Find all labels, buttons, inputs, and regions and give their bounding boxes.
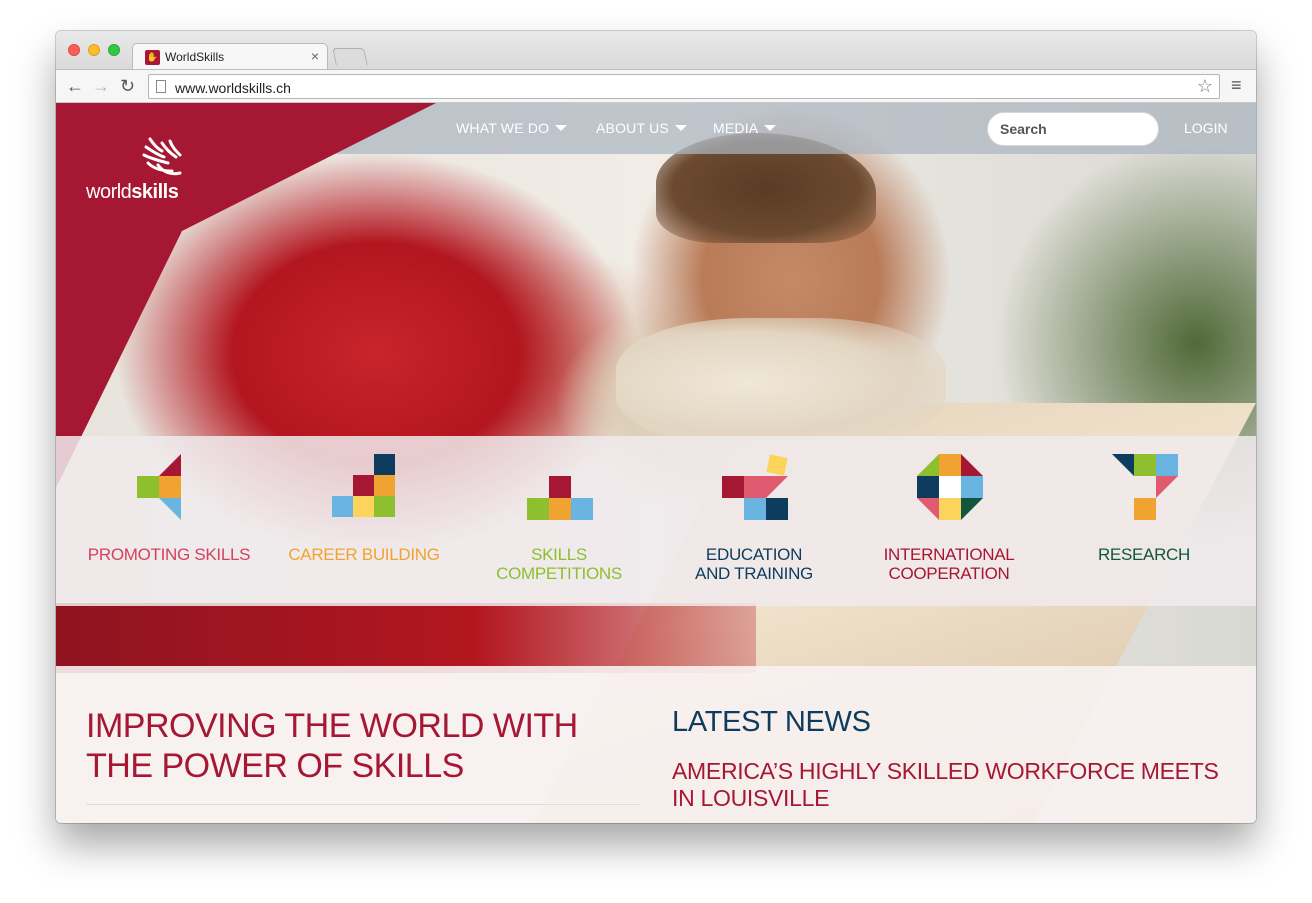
browser-menu-icon[interactable]: ≡ (1231, 75, 1242, 96)
back-arrow-icon[interactable]: ← (66, 75, 84, 97)
browser-window: ✋ WorldSkills × ← → ↻ www.worldskills.ch… (56, 31, 1256, 823)
hero-red-shirt (56, 603, 756, 673)
pillar-label: INTERNATIONAL COOPERATION (883, 545, 1015, 583)
minimize-window-button[interactable] (88, 44, 100, 56)
nav-about-us[interactable]: ABOUT US (596, 120, 687, 136)
pillar-education-training[interactable]: EDUCATION AND TRAINING (654, 454, 854, 604)
pillar-label: CAREER BUILDING (288, 545, 440, 564)
caret-down-icon (764, 125, 777, 131)
pillar-international-cooperation[interactable]: INTERNATIONAL COOPERATION (849, 454, 1049, 604)
logo-wordmark: worldskills (86, 181, 179, 203)
news-item-link[interactable]: AMERICA’S HIGHLY SKILLED WORKFORCE MEETS… (672, 758, 1232, 812)
divider (86, 804, 640, 805)
bookmark-star-icon[interactable]: ☆ (1197, 76, 1213, 97)
international-cooperation-icon (917, 454, 983, 520)
nav-what-we-do[interactable]: WHAT WE DO (456, 120, 568, 136)
zoom-window-button[interactable] (108, 44, 120, 56)
caret-down-icon (674, 125, 687, 131)
pillar-label: RESEARCH (1097, 545, 1191, 564)
skills-competitions-icon (527, 476, 593, 520)
pillar-skills-competitions[interactable]: SKILLS COMPETITIONS (459, 454, 659, 604)
close-window-button[interactable] (68, 44, 80, 56)
forward-arrow-icon[interactable]: → (92, 75, 110, 97)
search-input[interactable] (987, 112, 1159, 146)
tab-close-icon[interactable]: × (311, 48, 319, 64)
url-text[interactable]: www.worldskills.ch (175, 80, 291, 96)
pillar-label: EDUCATION AND TRAINING (695, 545, 813, 583)
reload-icon[interactable]: ↻ (120, 75, 135, 97)
research-icon (1112, 454, 1178, 520)
latest-news-heading: LATEST NEWS (672, 706, 871, 738)
worldskills-favicon-icon: ✋ (145, 50, 160, 65)
browser-toolbar: ← → ↻ www.worldskills.ch ☆ ≡ (56, 69, 1256, 103)
promoting-skills-icon (137, 454, 181, 520)
pillars-band: PROMOTING SKILLS CAREER BUILDING SKILLS … (56, 436, 1256, 606)
nav-media[interactable]: MEDIA (713, 120, 777, 136)
pillar-label: PROMOTING SKILLS (87, 545, 251, 564)
caret-down-icon (555, 125, 568, 131)
pillar-promoting-skills[interactable]: PROMOTING SKILLS (69, 454, 269, 604)
tab-title: WorldSkills (165, 50, 225, 64)
hero-glove (616, 318, 946, 448)
education-training-icon (722, 454, 788, 520)
login-link[interactable]: LOGIN (1184, 120, 1228, 136)
browser-tab[interactable]: ✋ WorldSkills × (132, 43, 328, 70)
tab-strip: ✋ WorldSkills × (56, 31, 1256, 70)
new-tab-button[interactable] (332, 48, 368, 65)
worldskills-logo[interactable]: worldskills (86, 135, 196, 207)
address-bar[interactable]: www.worldskills.ch ☆ (148, 74, 1220, 99)
worldskills-hand-icon (142, 137, 182, 176)
career-building-icon (332, 454, 395, 517)
content-area: IMPROVING THE WORLD WITH THE POWER OF SK… (56, 666, 1256, 823)
pillar-research[interactable]: RESEARCH (1044, 454, 1244, 604)
web-page: worldskills WHAT WE DO ABOUT US MEDIA LO… (56, 103, 1256, 823)
page-icon (156, 80, 166, 93)
pillar-label: SKILLS COMPETITIONS (496, 545, 622, 583)
pillar-career-building[interactable]: CAREER BUILDING (264, 454, 464, 604)
mission-heading: IMPROVING THE WORLD WITH THE POWER OF SK… (86, 707, 578, 785)
